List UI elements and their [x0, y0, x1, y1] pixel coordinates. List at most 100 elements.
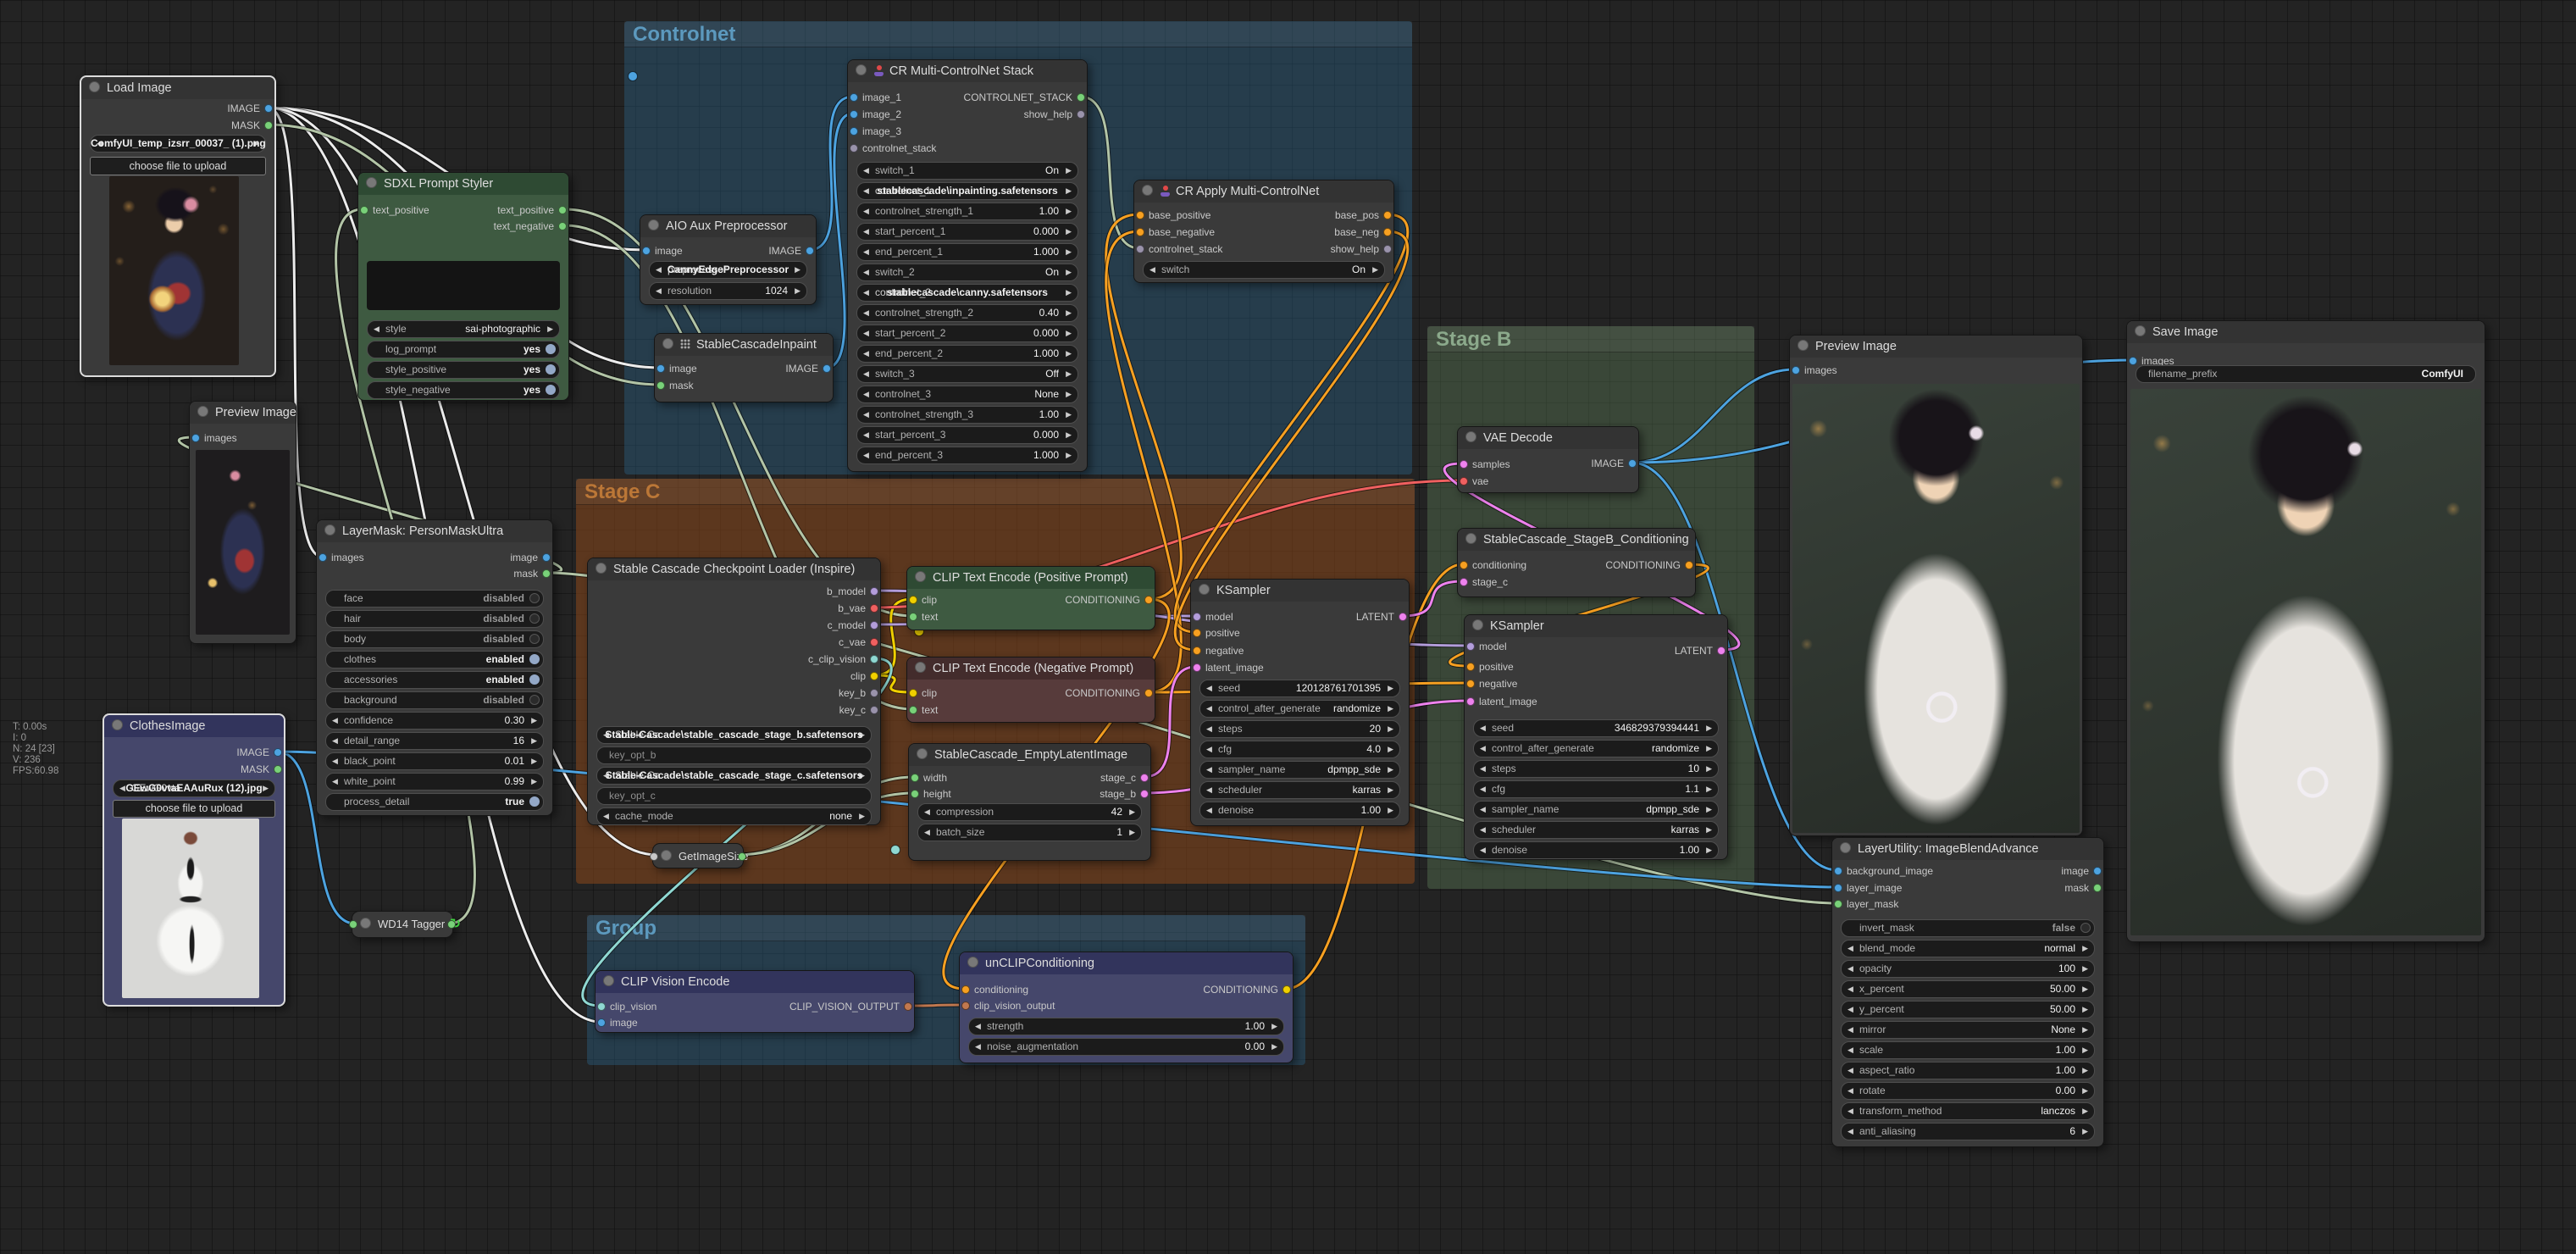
increment-arrow-icon[interactable]: ▶ — [531, 774, 537, 790]
controlnet_stack-input-port[interactable] — [850, 144, 858, 153]
mask-output-port[interactable] — [2093, 884, 2102, 892]
group-stage-c-header[interactable] — [576, 479, 1415, 505]
clothes-image-node[interactable]: ClothesImage IMAGE MASK ◀ ▶ GEwG0vta GEwG0vtaE… — [102, 713, 285, 1007]
aio-aux-preprocessor-resolution-widget[interactable]: ◀ ▶ resolution 1024 — [649, 282, 807, 300]
images-input-port[interactable] — [319, 553, 327, 562]
IMAGE-output-port[interactable] — [823, 364, 831, 373]
cr-multi-controlnet-stack-controlnet_1-widget[interactable]: ◀ ▶ controlnet_1 stablecascade\inpainting.s… — [856, 182, 1078, 200]
decrement-arrow-icon[interactable]: ◀ — [1206, 762, 1212, 778]
layerutility-imageblendadvance-y_percent-widget[interactable]: ◀ ▶ y_percent 50.00 — [1841, 1001, 2095, 1018]
cr-multi-controlnet-stack-end_percent_3-widget[interactable]: ◀ ▶ end_percent_3 1.000 — [856, 447, 1078, 464]
decrement-arrow-icon[interactable]: ◀ — [863, 346, 869, 362]
toggle-dot[interactable] — [529, 674, 540, 685]
collapse-dot-icon[interactable] — [89, 81, 100, 92]
increment-arrow-icon[interactable]: ▶ — [1066, 305, 1072, 321]
increment-arrow-icon[interactable]: ▶ — [2082, 1063, 2088, 1079]
stablecascade-emptylatentimage-node[interactable]: StableCascade_EmptyLatentImage width heigh… — [908, 743, 1151, 861]
IMAGE-output-port[interactable] — [264, 104, 273, 113]
increment-arrow-icon[interactable]: ▶ — [1129, 824, 1135, 841]
collapse-dot-icon[interactable] — [915, 662, 926, 673]
text_negative-output-port[interactable] — [558, 222, 567, 230]
collapse-dot-icon[interactable] — [856, 64, 867, 75]
layer_image-input-port[interactable] — [1834, 884, 1842, 892]
CONDITIONING-output-port[interactable] — [1282, 985, 1291, 994]
stable-cascade-checkpoint-loader-node[interactable]: Stable Cascade Checkpoint Loader (Inspir… — [587, 558, 881, 825]
cr-apply-multi-controlnet-switch-widget[interactable]: ◀ ▶ switch On — [1143, 261, 1385, 279]
clothes-image-GEwG0vta-widget[interactable]: ◀ ▶ GEwG0vta GEwG0vtaEAAuRux (12).jpg — [113, 780, 275, 797]
group-controlnet-header[interactable] — [624, 21, 1412, 47]
model-input-port[interactable] — [1193, 613, 1201, 621]
c_vae-output-port[interactable] — [870, 638, 878, 646]
increment-arrow-icon[interactable]: ▶ — [1706, 761, 1712, 777]
stage_c-output-port[interactable] — [1140, 774, 1149, 782]
b_vae-output-port[interactable] — [870, 604, 878, 613]
toggle-dot[interactable] — [529, 634, 540, 644]
decrement-arrow-icon[interactable]: ◀ — [603, 808, 609, 824]
load-image-widget0-widget[interactable]: ◀ ▶ ComfyUI_temp_izsrr_00037_ (1).png — [90, 135, 266, 153]
collapse-dot-icon[interactable] — [1798, 340, 1809, 351]
latent_image-input-port[interactable] — [1466, 697, 1475, 706]
layerutility-imageblendadvance-x_percent-widget[interactable]: ◀ ▶ x_percent 50.00 — [1841, 980, 2095, 998]
controlnet_stack-input-port[interactable] — [1136, 245, 1144, 253]
clip-input-port[interactable] — [909, 596, 917, 604]
background_image-input-port[interactable] — [1834, 867, 1842, 875]
cr-multi-controlnet-stack-start_percent_3-widget[interactable]: ◀ ▶ start_percent_3 0.000 — [856, 426, 1078, 444]
decrement-arrow-icon[interactable]: ◀ — [1206, 680, 1212, 696]
preview-image-left-titlebar[interactable]: Preview Image — [190, 402, 296, 424]
increment-arrow-icon[interactable]: ▶ — [2082, 1124, 2088, 1140]
CONDITIONING-output-port[interactable] — [1144, 596, 1153, 604]
aio-aux-preprocessor-preprocessor-widget[interactable]: ◀ ▶ preprocessor CannyEdgePreprocessor — [649, 261, 807, 279]
ksampler-stage-c-seed-widget[interactable]: ◀ ▶ seed 120128761701395 — [1199, 680, 1400, 697]
LATENT-output-port[interactable] — [1399, 613, 1407, 621]
ksampler-stage-b-sampler_name-widget[interactable]: ◀ ▶ sampler_name dpmpp_sde — [1473, 801, 1719, 818]
aio-aux-preprocessor-node[interactable]: AIO Aux Preprocessor image IMAGE ◀ ▶ preproce… — [640, 214, 817, 305]
increment-arrow-icon[interactable]: ▶ — [1066, 346, 1072, 362]
collapse-dot-icon[interactable] — [915, 571, 926, 582]
increment-arrow-icon[interactable]: ▶ — [1388, 680, 1393, 696]
increment-arrow-icon[interactable]: ▶ — [531, 753, 537, 769]
layermask-personmaskultra-titlebar[interactable]: LayerMask: PersonMaskUltra — [317, 520, 552, 542]
increment-arrow-icon[interactable]: ▶ — [2082, 940, 2088, 957]
save-image-node[interactable]: Save Image images filename_prefix ComfyUI — [2126, 320, 2485, 942]
unclip-conditioning-node[interactable]: unCLIPConditioning conditioning clip_visio… — [959, 952, 1294, 1063]
conditioning-input-port[interactable] — [1460, 561, 1468, 569]
base_negative-input-port[interactable] — [1136, 228, 1144, 236]
IMAGE-output-port[interactable] — [806, 247, 814, 255]
key_b-output-port[interactable] — [870, 689, 878, 697]
collapse-dot-icon[interactable] — [967, 957, 978, 968]
ksampler-stage-b-control_after_generate-widget[interactable]: ◀ ▶ control_after_generate randomize — [1473, 740, 1719, 757]
decrement-arrow-icon[interactable]: ◀ — [863, 163, 869, 179]
collapse-dot-icon[interactable] — [1465, 431, 1476, 442]
layer_mask-input-port[interactable] — [1834, 900, 1842, 908]
key_c-output-port[interactable] — [870, 706, 878, 714]
stablecascade-stageb-conditioning-titlebar[interactable]: StableCascade_StageB_Conditioning — [1458, 529, 1695, 551]
stable-cascade-checkpoint-loader-titlebar[interactable]: Stable Cascade Checkpoint Loader (Inspir… — [588, 558, 880, 580]
decrement-arrow-icon[interactable]: ◀ — [332, 713, 338, 729]
stablecascade-emptylatentimage-titlebar[interactable]: StableCascade_EmptyLatentImage — [909, 744, 1150, 766]
collapse-dot-icon[interactable] — [662, 338, 673, 349]
cr-multi-controlnet-stack-controlnet_strength_2-widget[interactable]: ◀ ▶ controlnet_strength_2 0.40 — [856, 304, 1078, 322]
ksampler-stage-c-steps-widget[interactable]: ◀ ▶ steps 20 — [1199, 720, 1400, 738]
decrement-arrow-icon[interactable]: ◀ — [332, 733, 338, 749]
toggle-dot[interactable] — [546, 385, 556, 395]
CONDITIONING-output-port[interactable] — [1685, 561, 1693, 569]
cr-multi-controlnet-stack-controlnet_3-widget[interactable]: ◀ ▶ controlnet_3 None — [856, 386, 1078, 403]
model-input-port[interactable] — [1466, 642, 1475, 651]
layermask-personmaskultra-process_detail-widget[interactable]: process_detail true — [325, 793, 544, 811]
collapse-dot-icon[interactable] — [324, 524, 335, 535]
clip-input-port[interactable] — [909, 689, 917, 697]
collapse-dot-icon[interactable] — [917, 748, 928, 759]
decrement-arrow-icon[interactable]: ◀ — [1480, 720, 1486, 736]
layermask-personmaskultra-face-widget[interactable]: face disabled — [325, 590, 544, 608]
conditioning-input-port[interactable] — [961, 985, 970, 994]
decrement-arrow-icon[interactable]: ◀ — [1480, 802, 1486, 818]
stable-cascade-checkpoint-loader-Stable-Ca-widget[interactable]: ◀ ▶ Stable-Ca Stable-Cascade\stable_cascade… — [596, 767, 872, 785]
clip-vision-encode-node[interactable]: CLIP Vision Encode clip_vision image CLIP_V… — [595, 970, 915, 1033]
image-input-port[interactable] — [642, 247, 651, 255]
height-input-port[interactable] — [911, 790, 919, 798]
save-image-filename_prefix-widget[interactable]: filename_prefix ComfyUI — [2136, 365, 2476, 383]
layermask-personmaskultra-white_point-widget[interactable]: ◀ ▶ white_point 0.99 — [325, 773, 544, 791]
cr-apply-multi-controlnet-node[interactable]: CR Apply Multi-ControlNet base_positive ba… — [1133, 180, 1394, 283]
increment-arrow-icon[interactable]: ▶ — [1706, 720, 1712, 736]
increment-arrow-icon[interactable]: ▶ — [531, 713, 537, 729]
